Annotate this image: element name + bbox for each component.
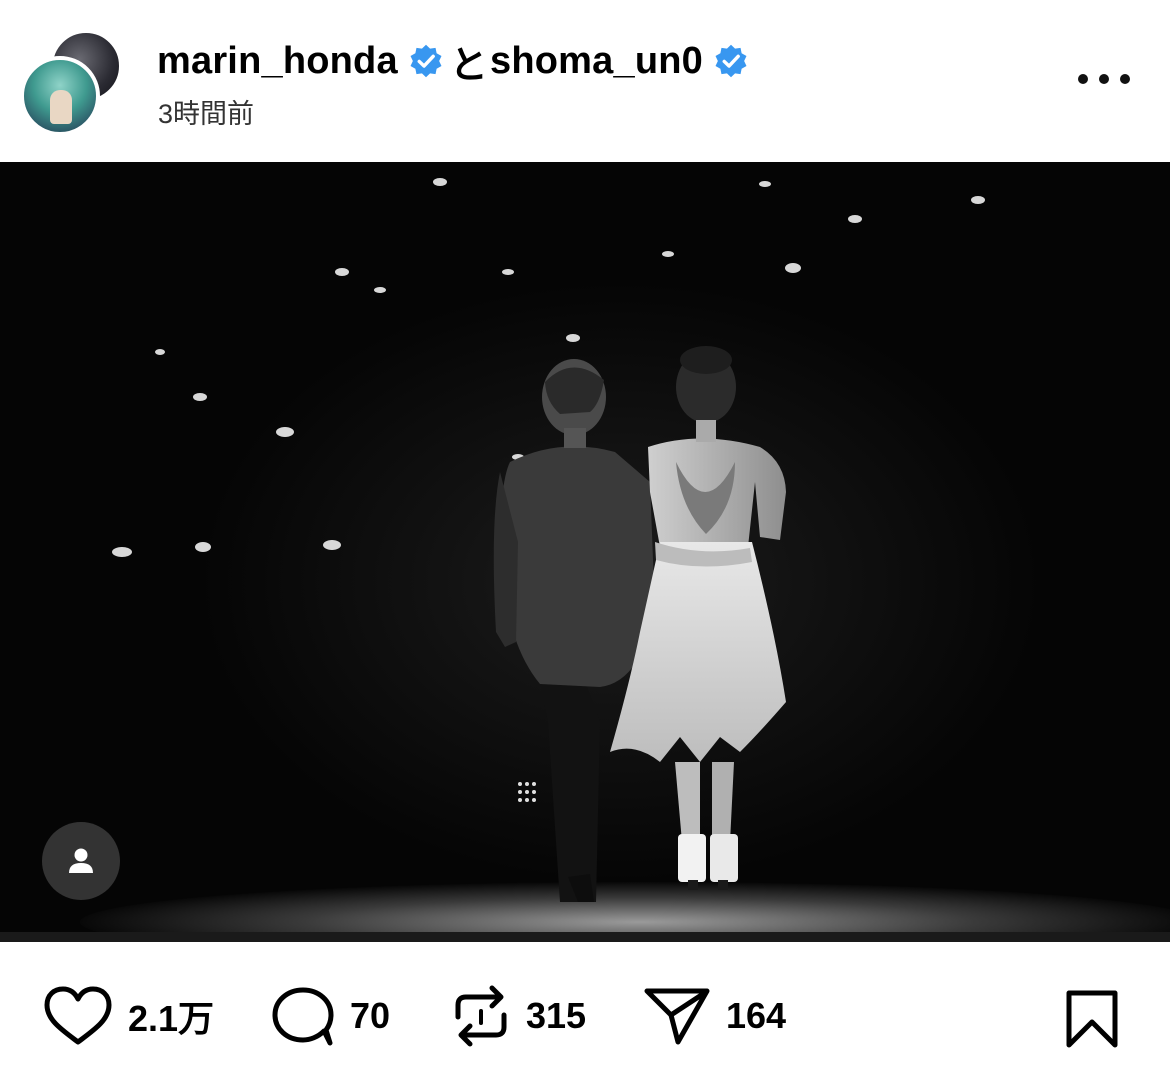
heart-icon[interactable]	[42, 986, 114, 1046]
verified-badge-icon	[408, 43, 444, 79]
collab-avatars[interactable]	[20, 30, 122, 136]
send-icon[interactable]	[642, 984, 712, 1048]
post-action-bar: 2.1万 70 315 164	[0, 942, 1170, 1075]
comment-count: 70	[350, 995, 391, 1036]
collab-conjunction: と	[449, 44, 488, 87]
skaters-photo-image	[0, 162, 1170, 942]
repost-count: 315	[526, 995, 587, 1036]
repost-button[interactable]: 315	[450, 983, 587, 1049]
avatar-marin[interactable]	[20, 56, 100, 136]
more-options-icon[interactable]	[1078, 64, 1130, 94]
post-header: marin_honda と shoma_un0 3時間前	[0, 0, 1170, 162]
share-button[interactable]: 164	[642, 986, 786, 1046]
share-count: 164	[726, 995, 787, 1036]
author-1-username[interactable]: marin_honda	[157, 40, 398, 83]
post-timestamp: 3時間前	[158, 99, 255, 129]
user-tag-icon[interactable]	[42, 822, 120, 900]
verified-badge-icon	[713, 43, 749, 79]
comment-button[interactable]: 70	[270, 986, 390, 1046]
author-2-username[interactable]: shoma_un0	[490, 40, 703, 83]
author-names: marin_honda と shoma_un0	[157, 36, 753, 87]
like-count: 2.1万	[128, 998, 215, 1039]
comment-bubble-icon[interactable]	[270, 985, 336, 1047]
repost-icon[interactable]	[450, 983, 512, 1049]
like-button[interactable]: 2.1万	[42, 986, 214, 1046]
post-photo[interactable]	[0, 162, 1170, 942]
bookmark-icon[interactable]	[1064, 988, 1120, 1055]
